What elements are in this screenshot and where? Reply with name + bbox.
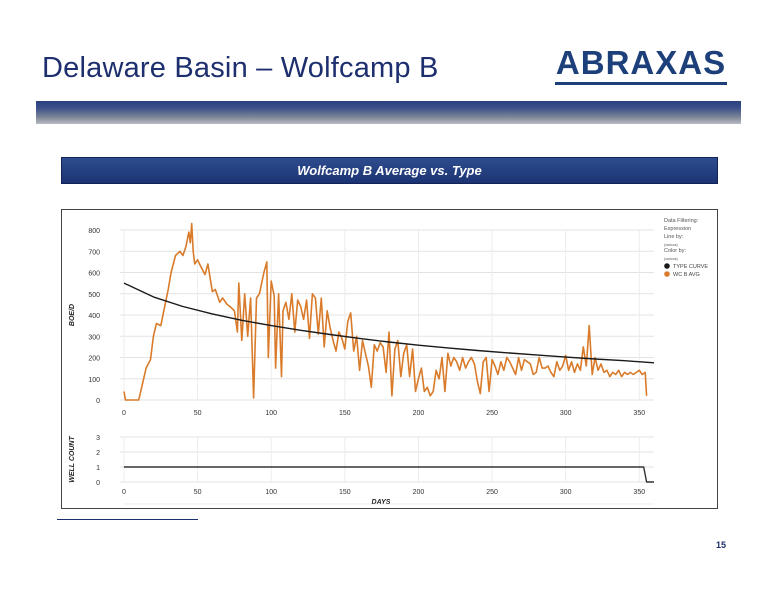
y-tick-label: 200 (88, 356, 100, 363)
x-tick-label: 0 (122, 410, 126, 417)
y-tick-label: 3 (96, 435, 100, 442)
legend-header-text: (various) (664, 257, 678, 261)
legend-header-text: Expression (664, 226, 691, 232)
x-tick-label: 50 (194, 489, 202, 496)
legend-swatch (664, 263, 670, 269)
chart-canvas: 01002003004005006007008000 50 100 150 200 250… (69, 218, 708, 506)
y-tick-label: 600 (88, 271, 100, 278)
logo-underline (555, 82, 727, 85)
y-tick-label: 700 (88, 249, 100, 256)
x-tick-label: 100 (265, 489, 277, 496)
y-tick-label: 0 (96, 398, 100, 405)
company-logo: ABRAXAS (549, 44, 733, 90)
footnote-rule (57, 519, 198, 520)
y-tick-label: 800 (88, 228, 100, 235)
series-line (124, 466, 654, 483)
legend-entry: WC B AVG (673, 272, 700, 278)
legend-swatch (664, 271, 670, 277)
x-tick-label: 350 (633, 410, 645, 417)
x-tick-label: 100 (265, 410, 277, 417)
legend-header-text: Data Filtering: (664, 218, 699, 224)
x-tick-label: 50 (194, 410, 202, 417)
x-tick-label: 350 (633, 489, 645, 496)
logo-wordmark: ABRAXAS (555, 44, 727, 81)
series-line (123, 282, 655, 364)
chart-frame: 0 100 200 300 400 500 600 700 800 0 50 100 150 200 250… (61, 209, 718, 509)
legend-header-text: Color by: (664, 248, 686, 254)
y-tick-label: 100 (88, 377, 100, 384)
x-tick-label: 300 (560, 410, 572, 417)
x-tick-label: 0 (122, 489, 126, 496)
y-tick-label: 2 (96, 450, 100, 457)
slide-title: Delaware Basin – Wolfcamp B (42, 52, 439, 84)
x-tick-label: 300 (560, 489, 572, 496)
x-tick-label: 200 (413, 410, 425, 417)
y-tick-label: 500 (88, 292, 100, 299)
y-axis-label: WELL COUNT (69, 436, 76, 483)
y-axis-label: BOE/D (69, 304, 76, 326)
header-band (36, 101, 741, 124)
page-number: 15 (716, 540, 727, 550)
x-tick-label: 150 (339, 410, 351, 417)
y-tick-label: 300 (88, 334, 100, 341)
legend-header-text: (various) (664, 243, 678, 247)
legend-header-text: Line by: (664, 234, 684, 240)
x-tick-label: 150 (339, 489, 351, 496)
x-tick-label: 250 (486, 489, 498, 496)
chart-banner: Wolfcamp B Average vs. Type (61, 157, 718, 184)
y-tick-label: 1 (96, 465, 100, 472)
x-tick-label: 200 (413, 489, 425, 496)
x-tick-label: 250 (486, 410, 498, 417)
y-tick-label: 0 (96, 480, 100, 487)
legend-entry: TYPE CURVE (673, 264, 708, 270)
y-tick-label: 400 (88, 313, 100, 320)
x-axis-label: DAYS (372, 499, 391, 506)
